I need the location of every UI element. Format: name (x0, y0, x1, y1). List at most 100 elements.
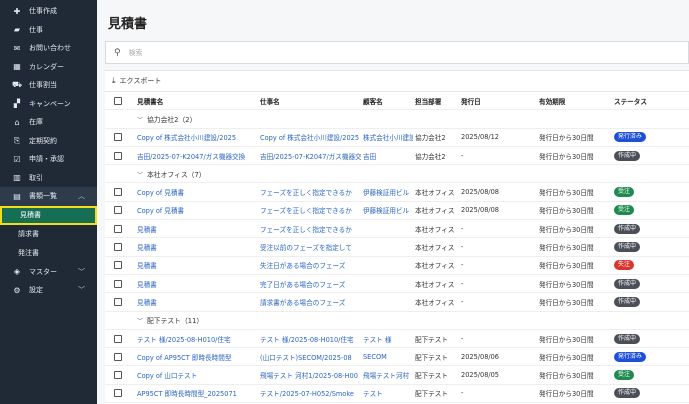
chevron-down-icon[interactable]: ﹀ (137, 170, 147, 179)
estimate-name-link[interactable]: 吉田/2025-07-K2047/ガス機器交換 (135, 146, 258, 166)
chevron-down-icon[interactable]: ﹀ (137, 115, 147, 124)
job-name-link[interactable]: 飛場テスト 河村1/2025-08-H00 (258, 365, 361, 385)
group-header[interactable]: ﹀ 協力会社2（2） (135, 109, 689, 129)
job-name-link[interactable]: 受注以前のフェーズを指定して (258, 237, 361, 257)
customer-name-link[interactable]: 株式会社小川建設 (361, 128, 413, 147)
job-name-link[interactable]: テスト/2025-07-H052/Smoke (258, 384, 361, 404)
column-header[interactable]: 担当部署 (413, 90, 459, 111)
job-name-link[interactable]: (山口テスト)SECOM/2025-08 (258, 347, 361, 367)
row-checkbox[interactable] (105, 256, 135, 275)
row-checkbox[interactable] (105, 237, 135, 257)
chevron-down-icon[interactable]: ﹀ (137, 316, 147, 325)
table-row[interactable]: 見積書 完了日がある場合のフェーズ 本社オフィス - 発行日から30日間 作成中 (105, 274, 689, 294)
sidebar-item[interactable]: ✚ 仕事作成 (0, 2, 97, 21)
export-button[interactable]: ⤓ エクスポート (105, 71, 689, 91)
estimate-name-link[interactable]: Copy of 見積書 (135, 182, 258, 202)
column-header[interactable]: 発行日 (459, 90, 537, 111)
job-name-link[interactable]: フェーズを正しく指定できるか (258, 219, 361, 239)
estimate-name-link[interactable]: Copy of 山口テスト (135, 365, 258, 385)
sidebar-item[interactable]: ✉ お問い合わせ (0, 39, 97, 58)
customer-name-link[interactable]: テスト (361, 384, 413, 404)
column-header[interactable]: 有効期限 (537, 90, 612, 111)
search-bar[interactable]: ⚲ (105, 41, 689, 64)
job-name-link[interactable]: 請求書がある場合のフェーズ (258, 292, 361, 312)
table-row[interactable]: Copy of 株式会社小川建設/2025 Copy of 株式会社小川建設/20… (105, 128, 689, 147)
customer-name-link[interactable]: 吉田 (361, 146, 413, 166)
row-checkbox[interactable] (105, 384, 135, 404)
table-row[interactable]: Copy of 見積書 フェーズを正しく指定できるか 伊藤検証用ビル 本社オフィス 20… (105, 201, 689, 221)
customer-name-link[interactable] (361, 274, 413, 294)
sidebar-item-master[interactable]: ◈ マスター ﹀ (0, 263, 97, 282)
table-row[interactable]: Copy of 山口テスト 飛場テスト 河村1/2025-08-H00 飛場テスト河… (105, 365, 689, 385)
table-row[interactable]: 見積書 失注日がある場合のフェーズ 本社オフィス - 発行日から30日間 失注 (105, 256, 689, 275)
sidebar-item[interactable]: ☑ 申請・承認 (0, 150, 97, 169)
sidebar-subitem-invoice[interactable]: 請求書 (0, 225, 97, 244)
estimate-name-link[interactable]: 見積書 (135, 237, 258, 257)
sidebar-item[interactable]: ▰ 仕事 (0, 21, 97, 40)
sidebar-item[interactable]: ▥ 取引 (0, 169, 97, 188)
column-header[interactable]: ステータス (612, 90, 689, 111)
estimate-name-link[interactable]: 見積書 (135, 292, 258, 312)
customer-name-link[interactable]: テスト 様 (361, 329, 413, 349)
job-name-link[interactable]: フェーズを正しく指定できるか (258, 201, 361, 221)
column-header[interactable]: 見積書名 (135, 90, 258, 111)
group-row[interactable]: ﹀ 配下テスト（11） (105, 311, 689, 330)
column-header[interactable]: 顧客名 (361, 90, 413, 111)
sidebar-item[interactable]: ▦ カレンダー (0, 58, 97, 77)
table-row[interactable]: 吉田/2025-07-K2047/ガス機器交換 吉田/2025-07-K2047/… (105, 146, 689, 166)
row-checkbox[interactable] (105, 292, 135, 312)
customer-name-link[interactable] (361, 292, 413, 312)
table-row[interactable]: 見積書 受注以前のフェーズを指定して 本社オフィス - 発行日から30日間 作成中 (105, 237, 689, 257)
customer-name-link[interactable] (361, 237, 413, 257)
group-header[interactable]: ﹀ 配下テスト（11） (135, 311, 689, 330)
sidebar-item[interactable]: ⎘ 定期契約 (0, 132, 97, 151)
customer-name-link[interactable]: 伊藤検証用ビル (361, 201, 413, 221)
row-checkbox[interactable] (105, 182, 135, 202)
estimate-name-link[interactable]: 見積書 (135, 256, 258, 275)
job-name-link[interactable]: Copy of 株式会社小川建設/2025 (258, 128, 361, 147)
row-checkbox[interactable] (105, 365, 135, 385)
job-name-link[interactable]: 失注日がある場合のフェーズ (258, 256, 361, 275)
sidebar-item-documents[interactable]: ▤ 書類一覧 ︿ (0, 187, 97, 206)
group-row[interactable]: ﹀ 本社オフィス（7） (105, 164, 689, 184)
sidebar-subitem-purchase-order[interactable]: 発注書 (0, 244, 97, 263)
estimate-name-link[interactable]: Copy of 見積書 (135, 201, 258, 221)
customer-name-link[interactable]: 伊藤検証用ビル (361, 182, 413, 202)
search-input[interactable] (128, 48, 629, 57)
sidebar-item-settings[interactable]: ⚙ 設定 ﹀ (0, 281, 97, 300)
customer-name-link[interactable] (361, 219, 413, 239)
row-checkbox[interactable] (105, 146, 135, 166)
group-header[interactable]: ﹀ 本社オフィス（7） (135, 164, 689, 184)
row-checkbox[interactable] (105, 329, 135, 349)
group-row[interactable]: ﹀ 協力会社2（2） (105, 109, 689, 129)
customer-name-link[interactable] (361, 256, 413, 275)
estimate-name-link[interactable]: テスト 様/2025-08-H010/住宅 (135, 329, 258, 349)
table-row[interactable]: Copy of 見積書 フェーズを正しく指定できるか 伊藤検証用ビル 本社オフィス 20… (105, 182, 689, 202)
job-name-link[interactable]: テスト 様/2025-08-H010/住宅 (258, 329, 361, 349)
table-row[interactable]: テスト 様/2025-08-H010/住宅 テスト 様/2025-08-H010/… (105, 329, 689, 349)
row-checkbox[interactable] (105, 201, 135, 221)
job-name-link[interactable]: 吉田/2025-07-K2047/ガス機器交換 (258, 146, 361, 166)
table-row[interactable]: 見積書 フェーズを正しく指定できるか 本社オフィス - 発行日から30日間 作成中 (105, 219, 689, 239)
table-row[interactable]: AP95CT 即時長時間型_2025071 テスト/2025-07-H052/Sm… (105, 384, 689, 404)
estimate-name-link[interactable]: AP95CT 即時長時間型_2025071 (135, 384, 258, 404)
estimate-name-link[interactable]: 見積書 (135, 274, 258, 294)
sidebar-item[interactable]: ⌂ 在庫 (0, 113, 97, 132)
select-all-checkbox[interactable] (105, 90, 135, 111)
customer-name-link[interactable]: 飛場テスト河村 (361, 365, 413, 385)
table-row[interactable]: 見積書 請求書がある場合のフェーズ 本社オフィス - 発行日から30日間 作成中 (105, 292, 689, 312)
estimate-name-link[interactable]: Copy of AP95CT 即時長時間型 (135, 347, 258, 367)
row-checkbox[interactable] (105, 347, 135, 367)
row-checkbox[interactable] (105, 219, 135, 239)
sidebar-subitem-estimate[interactable]: 見積書 (0, 205, 97, 225)
sidebar-item[interactable]: ⛟ 仕事割当 (0, 76, 97, 95)
row-checkbox[interactable] (105, 274, 135, 294)
estimate-name-link[interactable]: Copy of 株式会社小川建設/2025 (135, 128, 258, 147)
job-name-link[interactable]: フェーズを正しく指定できるか (258, 182, 361, 202)
job-name-link[interactable]: 完了日がある場合のフェーズ (258, 274, 361, 294)
table-row[interactable]: Copy of AP95CT 即時長時間型 (山口テスト)SECOM/2025-0… (105, 347, 689, 367)
sidebar-item[interactable]: ▞ キャンペーン (0, 95, 97, 114)
estimate-name-link[interactable]: 見積書 (135, 219, 258, 239)
column-header[interactable]: 仕事名 (258, 90, 361, 111)
customer-name-link[interactable]: SECOM (361, 347, 413, 367)
